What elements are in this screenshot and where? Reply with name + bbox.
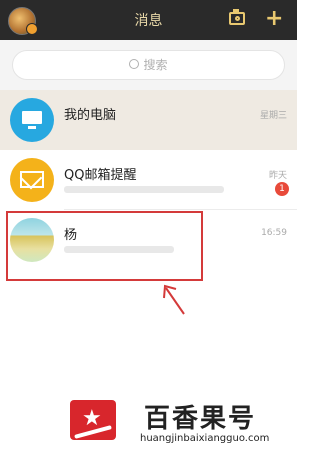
camera-icon[interactable]	[229, 9, 245, 25]
highlight-box	[6, 211, 203, 281]
conversation-time: 星期三	[259, 111, 287, 121]
brand-logo: ★	[70, 400, 116, 440]
pointer-arrow-icon	[163, 284, 185, 315]
computer-icon	[10, 98, 54, 142]
unread-badge: 1	[275, 182, 289, 196]
mail-icon	[10, 158, 54, 202]
search-icon	[129, 59, 140, 69]
plus-icon[interactable]: +	[265, 8, 283, 30]
top-bar: 消息 +	[0, 0, 297, 40]
brand-url: huangjinbaixiangguo.com	[140, 433, 270, 444]
conversation-time: 16:59	[261, 228, 287, 238]
search-placeholder: 搜索	[143, 58, 168, 72]
conversation-time: 昨天	[268, 171, 287, 181]
conversation-name: QQ邮箱提醒	[64, 168, 137, 183]
message-preview	[64, 186, 224, 193]
page-title: 消息	[134, 13, 163, 29]
conversation-row-my-computer[interactable]: 我的电脑 星期三	[0, 90, 297, 150]
conversation-name: 我的电脑	[64, 108, 117, 123]
brand-name: 百香果号	[144, 404, 257, 434]
watermark: ★ 百香果号 huangjinbaixiangguo.com	[70, 400, 290, 448]
search-area: 搜索	[0, 40, 297, 90]
conversation-row-qq-mail[interactable]: QQ邮箱提醒 昨天 1	[0, 150, 297, 210]
search-input[interactable]: 搜索	[12, 50, 285, 80]
